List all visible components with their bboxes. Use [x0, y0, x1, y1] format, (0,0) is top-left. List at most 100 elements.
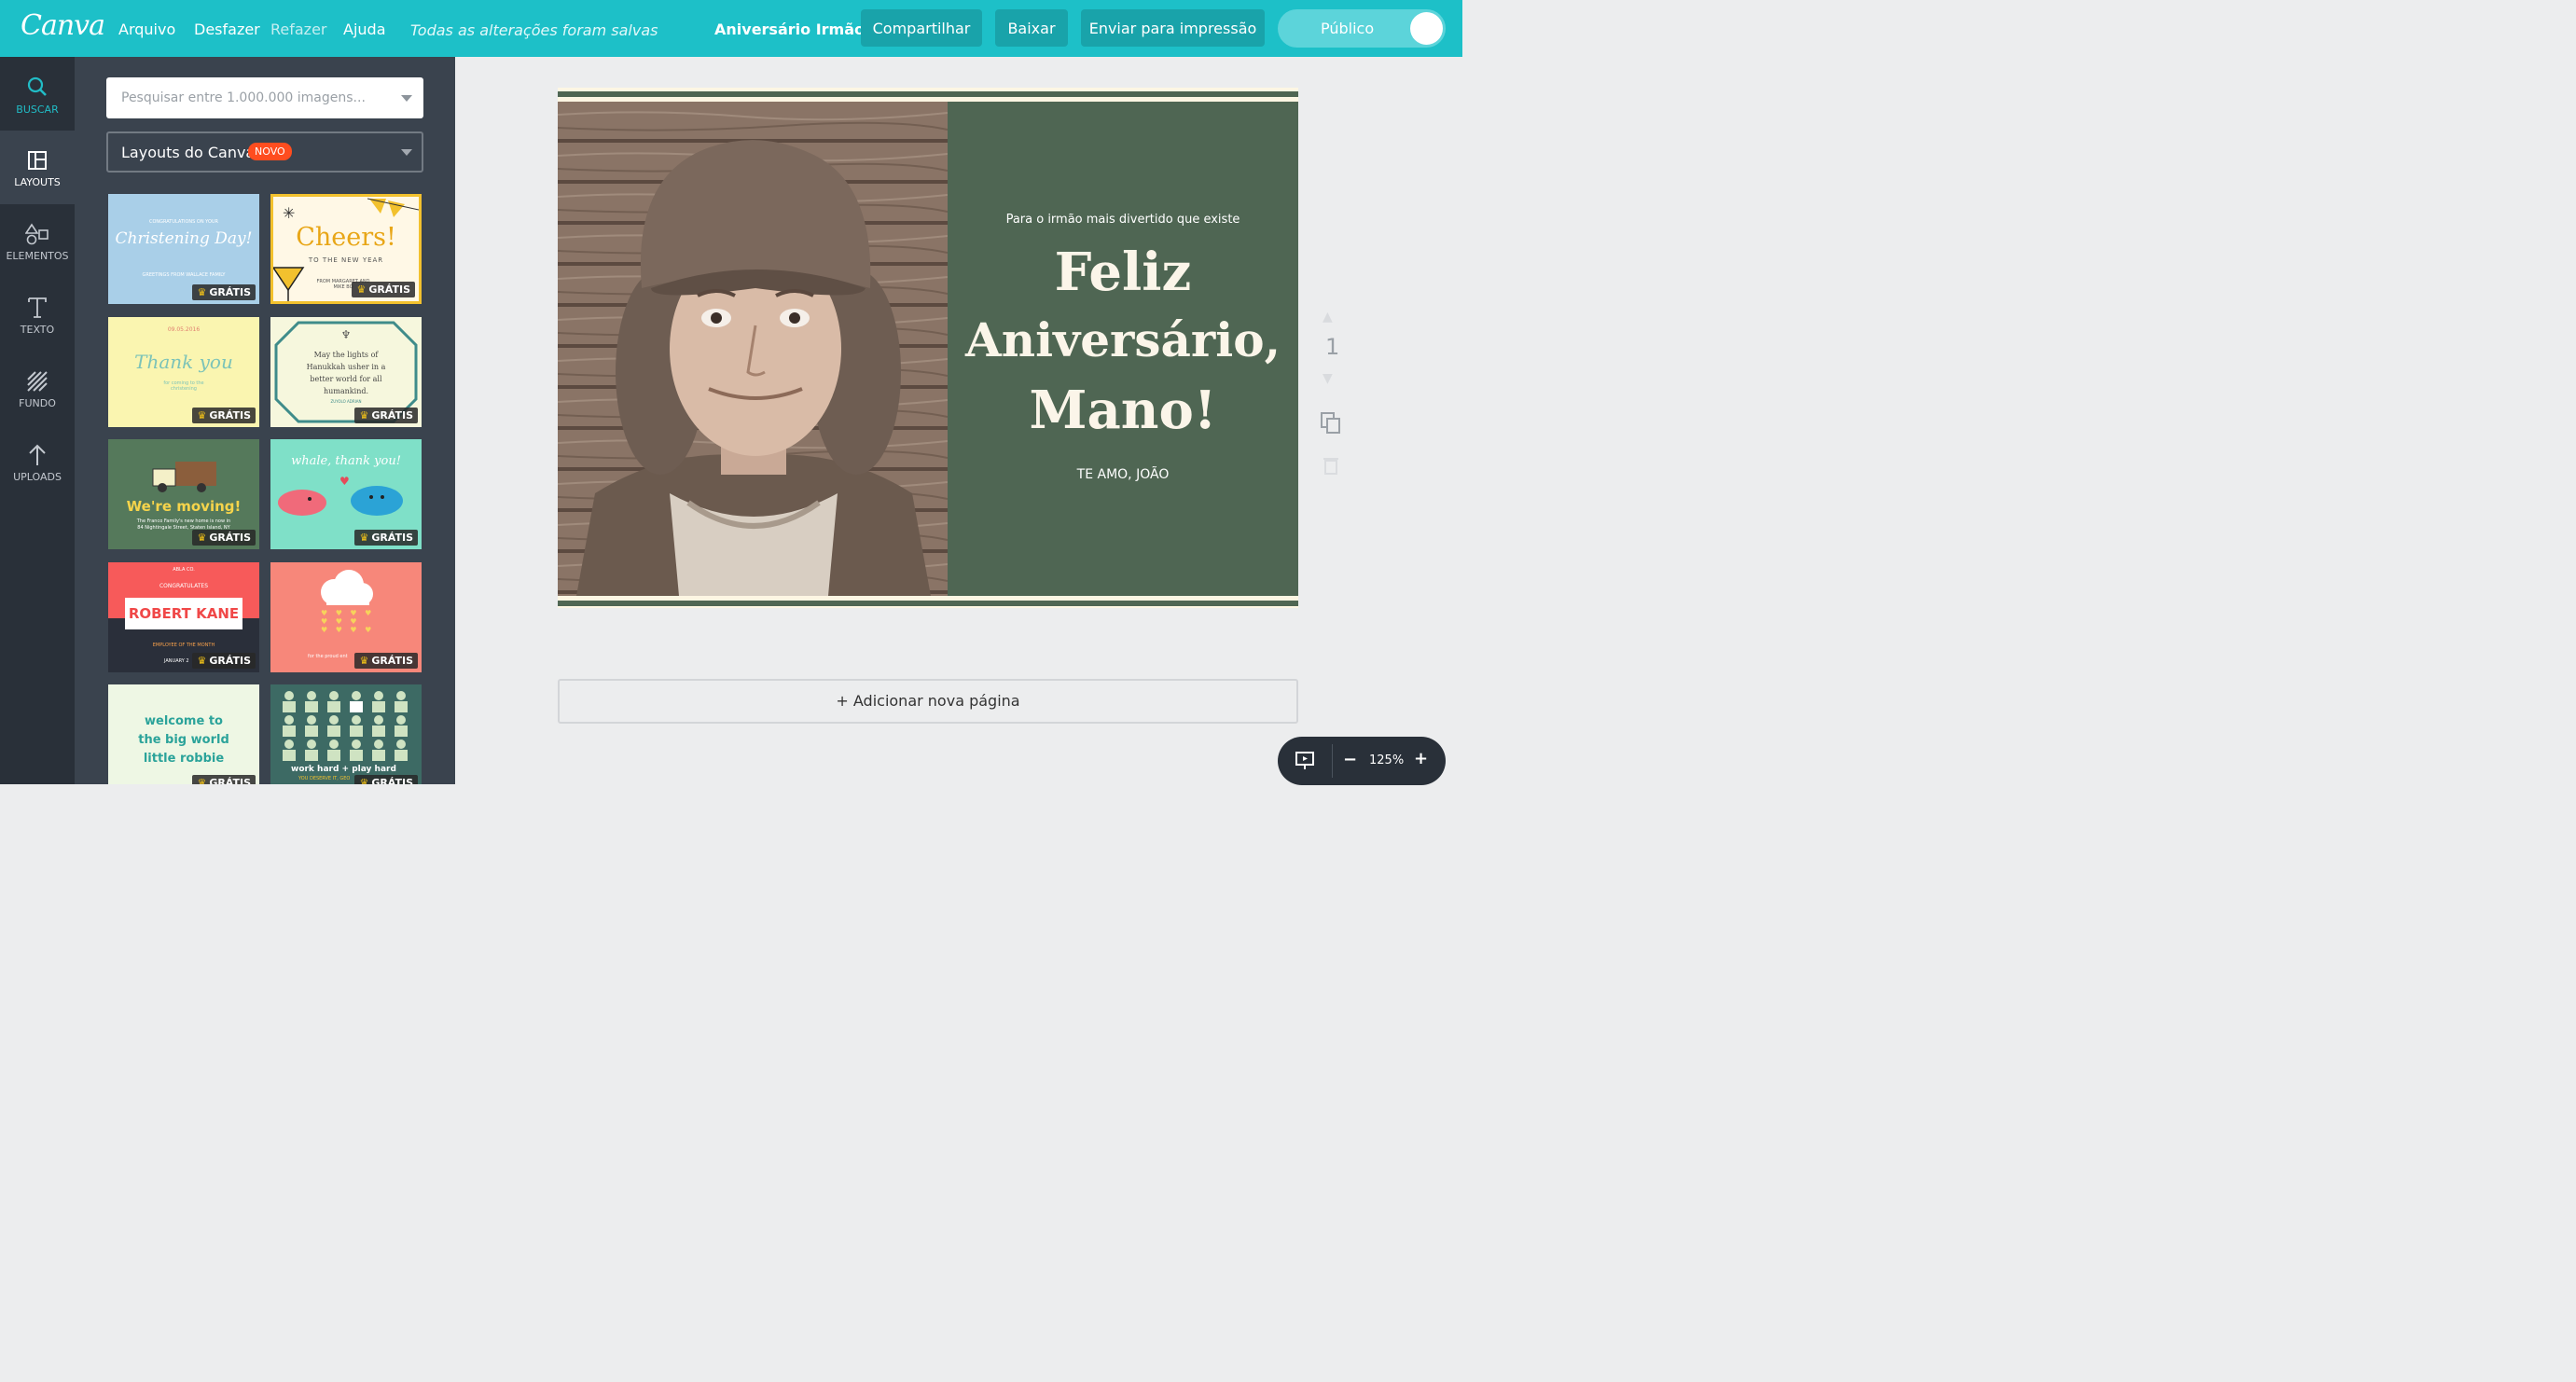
template-thumbnail[interactable]: work hard + play hard YOU DESERVE IT, GE…: [270, 684, 422, 784]
greeting-signature[interactable]: TE AMO, JOÃO: [948, 467, 1298, 482]
template-text: YOU DESERVE IT, GEO: [298, 776, 351, 781]
menu-refazer[interactable]: Refazer: [270, 21, 327, 38]
free-label: GRÁTIS: [209, 655, 251, 667]
chevron-down-icon[interactable]: [401, 95, 412, 102]
free-badge: ♛ GRÁTIS: [192, 408, 256, 423]
crown-icon: ♛: [197, 655, 207, 667]
menu-arquivo[interactable]: Arquivo: [118, 21, 175, 38]
crown-icon: ♛: [197, 286, 207, 298]
zoom-out-button[interactable]: −: [1343, 750, 1357, 769]
free-label: GRÁTIS: [209, 777, 251, 784]
zoom-level[interactable]: 125%: [1369, 753, 1404, 767]
template-title: welcome to the big world little robbie: [138, 714, 229, 766]
print-button[interactable]: Enviar para impressão: [1081, 9, 1265, 47]
presentation-icon[interactable]: [1295, 751, 1315, 771]
free-label: GRÁTIS: [371, 409, 413, 422]
free-label: GRÁTIS: [371, 777, 413, 784]
free-label: GRÁTIS: [371, 532, 413, 544]
nav-texto-label: TEXTO: [20, 324, 55, 336]
free-badge: ♛ GRÁTIS: [192, 530, 256, 546]
duplicate-page-icon[interactable]: [1320, 411, 1342, 435]
heart-icon: ♥: [339, 475, 350, 488]
free-badge: ♛ GRÁTIS: [354, 530, 418, 546]
template-thumbnail[interactable]: welcome to the big world little robbie ♛…: [108, 684, 259, 784]
crown-icon: ♛: [197, 777, 207, 784]
party-flag-icon: [367, 198, 419, 217]
nav-buscar[interactable]: BUSCAR: [0, 57, 75, 131]
template-thumbnail[interactable]: We're moving! The Franco Family's new ho…: [108, 439, 259, 549]
design-title[interactable]: Aniversário Irmão: [714, 21, 865, 38]
man-in-fur-hat-photo: [558, 102, 948, 596]
card-bottom-stripe: [558, 601, 1298, 606]
free-badge: ♛ GRÁTIS: [352, 282, 415, 297]
card-top-stripe: [558, 91, 1298, 97]
menorah-icon: ♆: [340, 328, 352, 341]
template-thumbnail[interactable]: 09.05.2016 Thank you for coming to the c…: [108, 317, 259, 427]
nav-fundo-label: FUNDO: [19, 397, 56, 409]
page-number: 1: [1325, 334, 1340, 360]
greeting-subtitle[interactable]: Para o irmão mais divertido que existe: [948, 213, 1298, 227]
whale-icon: [278, 490, 326, 516]
template-thumbnail[interactable]: CONGRATULATIONS ON YOUR Christening Day!…: [108, 194, 259, 304]
free-badge: ♛ GRÁTIS: [354, 775, 418, 784]
free-badge: ♛ GRÁTIS: [354, 653, 418, 669]
dropdown-label: Layouts do Canva: [121, 144, 256, 161]
template-thumbnail[interactable]: ♆ May the lights of Hanukkah usher in a …: [270, 317, 422, 427]
photo-portrait[interactable]: [558, 102, 948, 596]
nav-elementos[interactable]: ELEMENTOS: [0, 204, 75, 278]
nav-uploads[interactable]: UPLOADS: [0, 425, 75, 499]
search-placeholder: Pesquisar entre 1.000.000 imagens...: [121, 90, 366, 105]
free-label: GRÁTIS: [368, 283, 410, 296]
moving-truck-icon: [152, 462, 216, 492]
template-title: Thank you: [134, 351, 233, 373]
delete-page-icon[interactable]: [1323, 456, 1338, 475]
add-page-button[interactable]: + Adicionar nova página: [558, 679, 1298, 724]
greeting-title-line-3[interactable]: Mano!: [948, 380, 1298, 441]
greeting-title-line-1[interactable]: Feliz: [948, 242, 1298, 303]
greeting-title-line-2[interactable]: Aniversário,: [948, 312, 1298, 367]
move-page-up-icon[interactable]: ▲: [1323, 310, 1333, 325]
text-icon: [28, 297, 47, 318]
zoom-in-button[interactable]: +: [1414, 749, 1428, 768]
canva-logo[interactable]: Canva: [21, 9, 105, 42]
nav-layouts[interactable]: LAYOUTS: [0, 131, 75, 204]
layouts-source-dropdown[interactable]: Layouts do Canva NOVO: [106, 131, 423, 173]
template-title: work hard + play hard: [291, 765, 396, 774]
share-button[interactable]: Compartilhar: [861, 9, 982, 47]
zoom-control: − 125% +: [1278, 737, 1446, 785]
free-badge: ♛ GRÁTIS: [192, 284, 256, 300]
template-thumbnail[interactable]: ABLA CO. CONGRATULATES ROBERT KANE EMPLO…: [108, 562, 259, 672]
template-title: whale, thank you!: [291, 454, 401, 468]
menu-ajuda[interactable]: Ajuda: [343, 21, 386, 38]
free-badge: ♛ GRÁTIS: [192, 653, 256, 669]
crown-icon: ♛: [359, 409, 369, 422]
crown-icon: ♛: [197, 409, 207, 422]
people-pattern-icon: [283, 691, 408, 761]
greeting-panel[interactable]: Para o irmão mais divertido que existe F…: [948, 102, 1298, 596]
public-toggle-label: Público: [1321, 20, 1375, 37]
cloud-icon: [321, 570, 373, 605]
free-label: GRÁTIS: [209, 532, 251, 544]
template-text: ZUYOLO ADRIAN: [330, 399, 362, 404]
menu-desfazer[interactable]: Desfazer: [194, 21, 260, 38]
template-thumbnail[interactable]: ✳ Cheers! TO THE NEW YEAR FROM MARGARET …: [270, 194, 422, 304]
background-icon: [27, 371, 48, 392]
left-nav: BUSCAR LAYOUTS ELEMENTOS TEXTO FUNDO UPL…: [0, 57, 75, 784]
top-bar: Canva Arquivo Desfazer Refazer Ajuda Tod…: [0, 0, 1462, 57]
free-label: GRÁTIS: [209, 409, 251, 422]
nav-fundo[interactable]: FUNDO: [0, 352, 75, 425]
template-text: EMPLOYEE OF THE MONTH: [152, 643, 215, 648]
public-toggle[interactable]: Público: [1278, 9, 1446, 48]
nav-texto[interactable]: TEXTO: [0, 278, 75, 352]
download-button[interactable]: Baixar: [995, 9, 1068, 47]
chevron-down-icon: [401, 149, 412, 156]
template-text: for coming to the christening: [163, 380, 204, 392]
template-thumbnail[interactable]: ♥ ♥ ♥ ♥ ♥ ♥ ♥ ♥ ♥ ♥ ♥ for the proud ent ♛ G…: [270, 562, 422, 672]
save-status: Todas as alterações foram salvas: [410, 21, 658, 39]
free-label: GRÁTIS: [209, 286, 251, 298]
shapes-icon: [25, 223, 48, 245]
template-thumbnail[interactable]: whale, thank you! ♥ ♛ GRÁTIS: [270, 439, 422, 549]
move-page-down-icon[interactable]: ▼: [1323, 371, 1333, 386]
image-search-input[interactable]: Pesquisar entre 1.000.000 imagens...: [106, 77, 423, 118]
cocktail-glass-icon: [273, 267, 305, 301]
